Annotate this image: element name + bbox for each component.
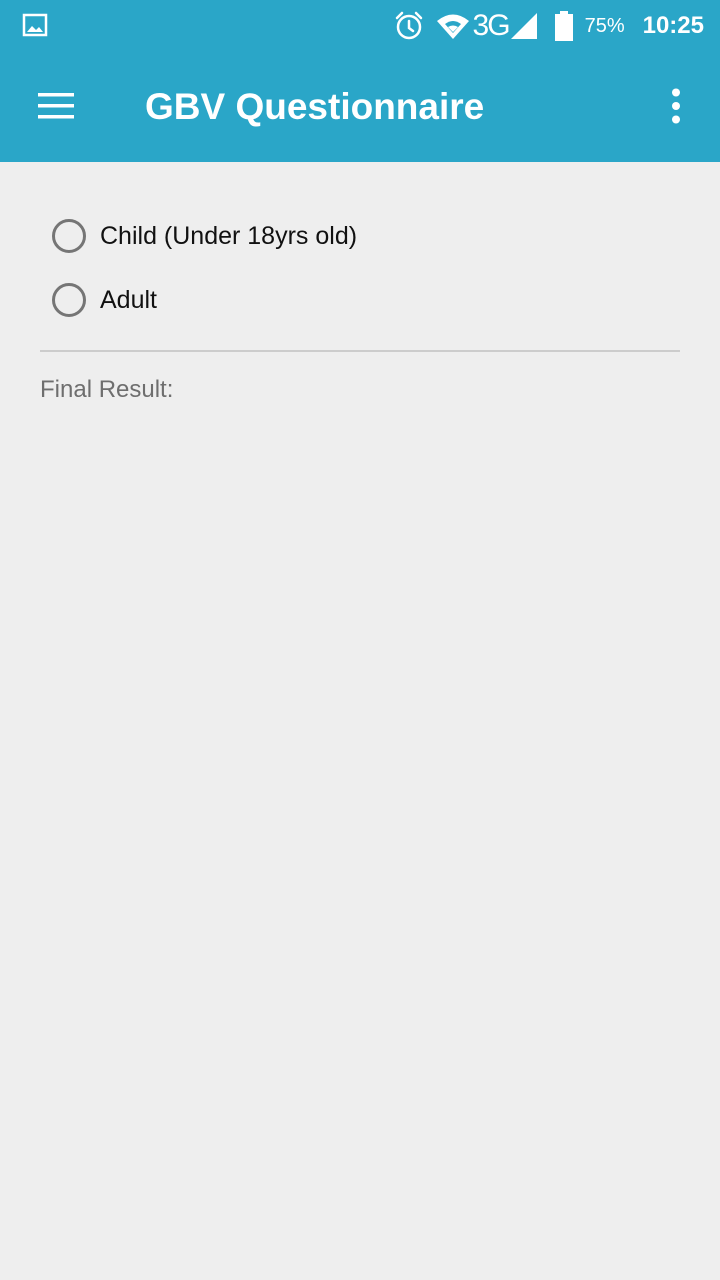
battery-icon: [554, 11, 573, 41]
menu-icon: [38, 93, 74, 119]
signal-icon: [510, 13, 537, 39]
final-result-label: Final Result:: [40, 376, 174, 403]
radio-label: Child (Under 18yrs old): [100, 221, 358, 250]
app-bar: GBV Questionnaire: [0, 52, 720, 162]
alarm-icon: [395, 11, 422, 40]
radio-label: Adult: [100, 285, 157, 314]
app-title: GBV Questionnaire: [145, 86, 485, 127]
status-icons: 3G 75% 10:25: [393, 0, 704, 52]
radio-button[interactable]: [52, 283, 86, 317]
overflow-menu-button[interactable]: [646, 72, 706, 140]
battery-percent: 75%: [584, 15, 625, 37]
radio-option-child[interactable]: Child (Under 18yrs old): [40, 204, 357, 268]
menu-button[interactable]: [20, 72, 92, 140]
status-bar: 3G 75% 10:25: [0, 0, 720, 52]
radio-button[interactable]: [52, 219, 86, 253]
network-type: 3G: [472, 9, 511, 42]
gallery-icon: [22, 13, 48, 37]
radio-option-adult[interactable]: Adult: [40, 268, 157, 332]
divider: [40, 350, 680, 352]
more-vert-icon: [672, 88, 680, 124]
wifi-icon: [436, 14, 469, 39]
clock: 10:25: [642, 12, 704, 39]
